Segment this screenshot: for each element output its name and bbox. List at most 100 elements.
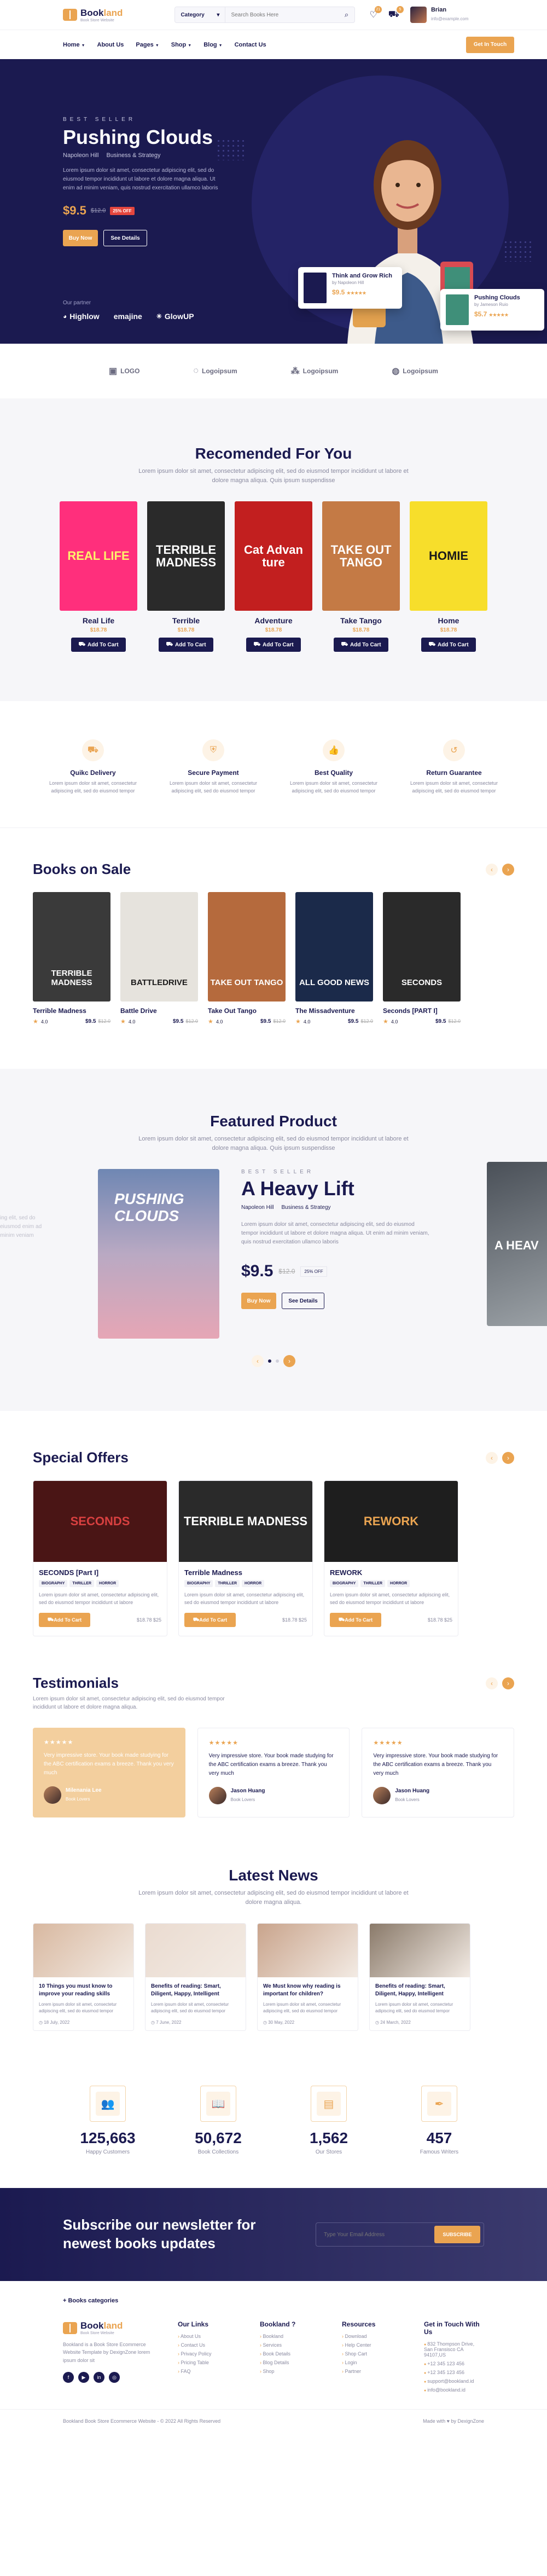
- slider-dot[interactable]: [268, 1359, 271, 1363]
- subscribe-button[interactable]: SUBSCRIBE: [434, 2226, 480, 2243]
- user-menu[interactable]: Brian info@example.com: [410, 7, 469, 23]
- offer-image[interactable]: REWORK: [324, 1481, 458, 1562]
- nav-about[interactable]: About Us: [97, 42, 124, 48]
- book-card[interactable]: TERRIBLE MADNESS Terrible $18.78 ⛟ Add To Ca…: [147, 501, 225, 652]
- nav-blog[interactable]: Blog ▼: [203, 42, 222, 48]
- add-to-cart-button[interactable]: ⛟ Add To Cart: [184, 1613, 236, 1627]
- hero-book-card[interactable]: Pushing Clouds by Jameson Ruio $5.7 ★★★★…: [440, 289, 544, 331]
- next-arrow-icon[interactable]: ›: [502, 1451, 514, 1464]
- book-card[interactable]: TAKE OUT TANGO Take Tango $18.78 ⛟ Add To Ca…: [322, 501, 400, 652]
- news-card[interactable]: 10 Things you must know to improve your …: [33, 1923, 134, 2031]
- nav-contact[interactable]: Contact Us: [235, 42, 266, 48]
- wishlist-icon[interactable]: ♡ 21: [369, 6, 382, 20]
- hero-book-card[interactable]: Think and Grow Rich by Napoleon Hill $9.…: [298, 267, 402, 309]
- book-cover[interactable]: REAL LIFE: [60, 501, 137, 611]
- book-card[interactable]: REAL LIFE Real Life $18.78 ⛟ Add To Cart: [60, 501, 137, 652]
- see-details-button[interactable]: See Details: [103, 230, 147, 246]
- footer-link[interactable]: Pricing Table: [178, 2360, 238, 2365]
- add-to-cart-button[interactable]: ⛟ Add To Cart: [330, 1613, 381, 1627]
- book-card[interactable]: BATTLEDRIVE Battle Drive ★ 4.0 $9.5 $12.0: [120, 892, 198, 1025]
- footer-link[interactable]: About Us: [178, 2334, 238, 2339]
- book-cover[interactable]: TERRIBLE MADNESS: [147, 501, 225, 611]
- buy-now-button[interactable]: Buy Now: [63, 230, 98, 246]
- news-title[interactable]: We Must know why reading is important fo…: [263, 1983, 352, 1998]
- facebook-icon[interactable]: f: [63, 2372, 74, 2383]
- next-arrow-icon[interactable]: ›: [502, 863, 514, 876]
- news-title[interactable]: Benefits of reading: Smart, Diligent, Ha…: [375, 1983, 464, 1998]
- footer-link[interactable]: Download: [342, 2334, 402, 2339]
- book-cover[interactable]: ALL GOOD NEWS: [295, 892, 373, 1002]
- genre-tag[interactable]: THRILLER: [69, 1580, 95, 1587]
- add-to-cart-button[interactable]: ⛟ Add To Cart: [71, 638, 126, 652]
- next-arrow-icon[interactable]: ›: [283, 1355, 295, 1367]
- youtube-icon[interactable]: ▶: [78, 2372, 89, 2383]
- book-cover[interactable]: TERRIBLE MADNESS: [33, 892, 110, 1002]
- genre-tag[interactable]: BIOGRAPHY: [330, 1580, 359, 1587]
- book-card[interactable]: TERRIBLE MADNESS Terrible Madness ★ 4.0 $9.…: [33, 892, 110, 1025]
- nav-pages[interactable]: Pages ▼: [136, 42, 159, 48]
- get-in-touch-button[interactable]: Get In Touch: [466, 36, 514, 53]
- instagram-icon[interactable]: ◎: [109, 2372, 120, 2383]
- linkedin-icon[interactable]: in: [94, 2372, 104, 2383]
- news-title[interactable]: 10 Things you must know to improve your …: [39, 1983, 128, 1998]
- genre-tag[interactable]: THRILLER: [215, 1580, 240, 1587]
- news-card[interactable]: Benefits of reading: Smart, Diligent, Ha…: [145, 1923, 246, 2031]
- book-cover[interactable]: TAKE OUT TANGO: [208, 892, 286, 1002]
- next-arrow-icon[interactable]: ›: [502, 1677, 514, 1689]
- see-details-button[interactable]: See Details: [282, 1293, 324, 1309]
- genre-tag[interactable]: BIOGRAPHY: [39, 1580, 68, 1587]
- news-image[interactable]: [370, 1924, 470, 1977]
- footer-link[interactable]: Bookland: [260, 2334, 320, 2339]
- prev-arrow-icon[interactable]: ‹: [486, 863, 498, 876]
- news-title[interactable]: Benefits of reading: Smart, Diligent, Ha…: [151, 1983, 240, 1998]
- offer-image[interactable]: TERRIBLE MADNESS: [179, 1481, 312, 1562]
- add-to-cart-button[interactable]: ⛟ Add To Cart: [159, 638, 213, 652]
- email-field[interactable]: [324, 2231, 434, 2238]
- book-card[interactable]: SECONDS Seconds [PART I] ★ 4.0 $9.5 $12.0: [383, 892, 461, 1025]
- book-card[interactable]: HOMIE Home $18.78 ⛟ Add To Cart: [410, 501, 487, 652]
- news-card[interactable]: We Must know why reading is important fo…: [257, 1923, 358, 2031]
- book-card[interactable]: TAKE OUT TANGO Take Out Tango ★ 4.0 $9.5 $12…: [208, 892, 286, 1025]
- featured-book-cover[interactable]: PUSHING CLOUDS: [98, 1169, 219, 1339]
- prev-slide-preview[interactable]: ing elit, sed do eiusmod enim ad minim v…: [0, 1214, 55, 1240]
- add-to-cart-button[interactable]: ⛟ Add To Cart: [39, 1613, 90, 1627]
- footer-link[interactable]: FAQ: [178, 2369, 238, 2374]
- category-select[interactable]: Category ▾: [175, 7, 226, 22]
- footer-link[interactable]: Shop Cart: [342, 2351, 402, 2357]
- news-image[interactable]: [33, 1924, 133, 1977]
- footer-link[interactable]: Help Center: [342, 2342, 402, 2348]
- book-cover[interactable]: HOMIE: [410, 501, 487, 611]
- genre-tag[interactable]: THRILLER: [360, 1580, 386, 1587]
- add-to-cart-button[interactable]: ⛟ Add To Cart: [246, 638, 301, 652]
- genre-tag[interactable]: HORROR: [387, 1580, 410, 1587]
- offer-card[interactable]: SECONDS SECONDS [Part I] BIOGRAPHY THRILLER…: [33, 1480, 167, 1636]
- logo[interactable]: Bookland Book Store Website: [63, 8, 123, 22]
- slider-dot[interactable]: [276, 1359, 279, 1363]
- prev-arrow-icon[interactable]: ‹: [486, 1677, 498, 1689]
- add-to-cart-button[interactable]: ⛟ Add To Cart: [334, 638, 388, 652]
- book-cover[interactable]: Cat Advan ture: [235, 501, 312, 611]
- prev-arrow-icon[interactable]: ‹: [252, 1355, 264, 1367]
- book-card[interactable]: Cat Advan ture Adventure $18.78 ⛟ Add To Car…: [235, 501, 312, 652]
- genre-tag[interactable]: HORROR: [242, 1580, 265, 1587]
- footer-link[interactable]: Contact Us: [178, 2342, 238, 2348]
- next-slide-preview[interactable]: A HEAV: [487, 1162, 547, 1326]
- buy-now-button[interactable]: Buy Now: [241, 1293, 276, 1309]
- cart-icon[interactable]: ⛟ 5: [388, 6, 404, 20]
- nav-home[interactable]: Home ▼: [63, 42, 85, 48]
- footer-logo[interactable]: Bookland Book Store Website: [63, 2320, 156, 2335]
- offer-card[interactable]: TERRIBLE MADNESS Terrible Madness BIOGRAPH…: [178, 1480, 313, 1636]
- offer-image[interactable]: SECONDS: [33, 1481, 167, 1562]
- footer-link[interactable]: Shop: [260, 2369, 320, 2374]
- footer-categories-link[interactable]: + Books categories: [0, 2281, 547, 2304]
- news-image[interactable]: [258, 1924, 358, 1977]
- search-input[interactable]: [225, 11, 339, 18]
- footer-link[interactable]: Blog Details: [260, 2360, 320, 2365]
- nav-shop[interactable]: Shop ▼: [171, 42, 191, 48]
- footer-link[interactable]: Services: [260, 2342, 320, 2348]
- footer-link[interactable]: Partner: [342, 2369, 402, 2374]
- add-to-cart-button[interactable]: ⛟ Add To Cart: [421, 638, 476, 652]
- news-card[interactable]: Benefits of reading: Smart, Diligent, Ha…: [369, 1923, 470, 2031]
- footer-link[interactable]: Book Details: [260, 2351, 320, 2357]
- footer-link[interactable]: Privacy Policy: [178, 2351, 238, 2357]
